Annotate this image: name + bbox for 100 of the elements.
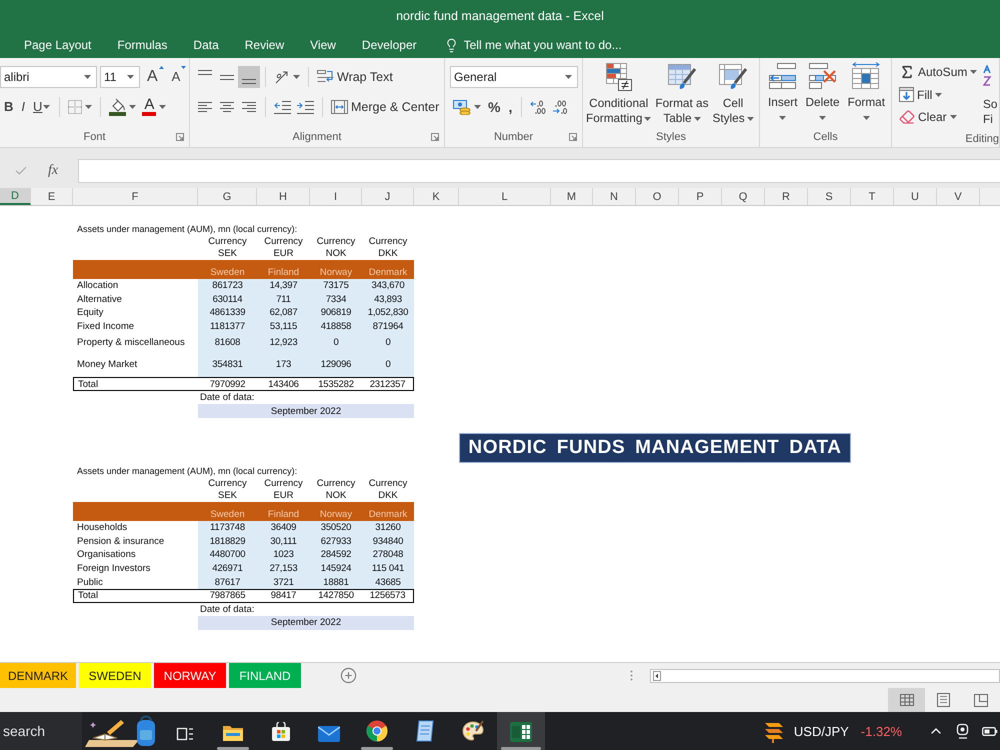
row-label: Foreign Investors xyxy=(76,562,152,576)
sheet-tab[interactable]: DENMARK xyxy=(0,663,76,688)
envelope-icon xyxy=(318,726,340,742)
tell-me-field[interactable]: Tell me what you want to do... xyxy=(464,38,644,52)
conditional-button[interactable]: Conditional Formatting xyxy=(584,63,654,127)
shrink-font-button[interactable]: A xyxy=(168,66,189,88)
sheet-tab[interactable]: SWEDEN xyxy=(79,663,152,688)
format-button[interactable]: Format xyxy=(844,62,889,127)
align-middle-icon xyxy=(220,74,234,80)
row-label: Money Market xyxy=(76,358,138,372)
underline-button[interactable]: U xyxy=(29,96,54,118)
percent-button[interactable]: % xyxy=(484,96,504,118)
caret-icon xyxy=(935,92,942,97)
number-format-dropdown[interactable]: General xyxy=(450,66,578,88)
merge-center-button[interactable]: Merge & Center xyxy=(328,96,444,118)
delete-button[interactable]: Delete xyxy=(802,62,844,127)
clear-button[interactable]: Clear xyxy=(897,106,983,128)
align-bottom-button[interactable] xyxy=(238,66,260,88)
battery-icon[interactable] xyxy=(982,725,998,737)
shopping-bag-icon xyxy=(271,722,291,742)
table-cell: 27,153 xyxy=(257,562,310,576)
currency-code: NOK xyxy=(326,490,346,502)
table-cell: 12,923 xyxy=(257,333,310,351)
table-cell: 81608 xyxy=(198,333,257,351)
ribbon-tab[interactable]: Developer xyxy=(348,32,430,58)
table-button[interactable]: Format as Table xyxy=(653,63,710,127)
ribbon-tab[interactable]: Review xyxy=(232,32,298,58)
insert-function-button[interactable]: fx xyxy=(48,162,58,178)
column-header[interactable]: D xyxy=(0,188,31,205)
table-cell-text: 1427850 xyxy=(317,590,355,602)
currency-label: Currency xyxy=(316,478,356,490)
fill-button[interactable]: Fill xyxy=(897,84,983,106)
caret-icon xyxy=(862,116,870,120)
table-cell: 934840 xyxy=(362,534,414,548)
sort-icon xyxy=(983,65,993,87)
insert-cells-icon xyxy=(768,62,797,90)
table-cell: 350520 xyxy=(310,521,362,535)
normal-view-button[interactable] xyxy=(888,688,925,712)
ribbon-tab[interactable]: View xyxy=(297,32,349,58)
country-header: Finland xyxy=(266,508,300,521)
currency-label: Currency xyxy=(208,478,247,490)
row-label: Organisations xyxy=(76,548,137,562)
currency-label: Currency xyxy=(208,236,247,248)
caret-icon xyxy=(159,105,166,109)
group-label: Font xyxy=(83,131,106,143)
folder-icon xyxy=(222,724,244,742)
horizontal-scrollbar[interactable] xyxy=(650,668,1000,682)
table-cell: 115 041 xyxy=(362,562,414,576)
row-label: Pension & insurance xyxy=(76,534,166,548)
caret-icon xyxy=(129,105,136,109)
row-label: Total xyxy=(77,590,100,602)
taskbar-button[interactable] xyxy=(497,712,545,750)
table-cell: 630114 xyxy=(198,292,257,306)
add-sheet-icon[interactable] xyxy=(340,667,358,684)
table-cell: 0 xyxy=(310,333,362,351)
ribbon-tab[interactable]: Formulas xyxy=(104,32,180,58)
table-cell: 278048 xyxy=(362,548,414,562)
country-header: Norway xyxy=(318,266,354,279)
webcam-icon[interactable] xyxy=(956,723,970,739)
page-view-icon xyxy=(937,693,950,707)
caret-down-icon xyxy=(181,66,186,69)
dialog-launcher-icon xyxy=(569,133,577,141)
table-cell-text: 2312357 xyxy=(368,378,406,390)
currency-label: Currency xyxy=(316,236,356,248)
table-cell-text: 7987865 xyxy=(208,590,246,602)
country-header: Sweden xyxy=(209,266,246,279)
cell-styles-button[interactable]: Cell Styles xyxy=(710,63,756,127)
comma-style-button[interactable]: , xyxy=(504,96,516,118)
fill-down-icon xyxy=(899,87,914,102)
table-cell: 36409 xyxy=(257,521,310,535)
wrap-text-icon xyxy=(317,69,334,85)
formula-input[interactable] xyxy=(78,158,1000,182)
currency-code: NOK xyxy=(326,248,346,260)
table-cell: 73175 xyxy=(310,279,362,292)
ribbon-tab[interactable]: Data xyxy=(180,32,232,58)
table-cell: 1,052,830 xyxy=(362,306,414,319)
caret-icon xyxy=(950,115,957,120)
sort-filter-button[interactable]: So Fi xyxy=(983,61,998,128)
table-cell: 43,893 xyxy=(362,292,414,306)
wrap-text-button[interactable]: Wrap Text xyxy=(314,66,396,88)
italic-button[interactable]: I xyxy=(17,96,30,118)
autosum-button[interactable]: AutoSum xyxy=(897,61,983,84)
search-field[interactable]: search xyxy=(0,712,82,750)
font-size-dropdown[interactable]: 11 xyxy=(100,66,140,88)
table-cell: 284592 xyxy=(310,548,362,562)
ribbon-tab[interactable]: Page Layout xyxy=(11,32,104,58)
table-cell-text: 143406 xyxy=(267,378,300,390)
decrease-decimal-icon xyxy=(552,100,568,114)
page-break-icon xyxy=(974,694,988,706)
caret-icon xyxy=(565,75,572,79)
grow-font-button[interactable]: A xyxy=(143,66,168,88)
caret-up-icon xyxy=(158,66,164,69)
font-color-button[interactable]: A xyxy=(139,96,170,118)
table-cell: 418858 xyxy=(310,319,362,333)
group-label: Editing xyxy=(965,132,999,144)
bold-button[interactable]: B xyxy=(0,96,18,118)
sheet-tab[interactable]: NORWAY xyxy=(154,663,226,688)
insert-button[interactable]: Insert xyxy=(764,62,802,127)
table-cell: 1181377 xyxy=(198,319,257,333)
font-name-dropdown[interactable]: alibri xyxy=(0,66,97,88)
